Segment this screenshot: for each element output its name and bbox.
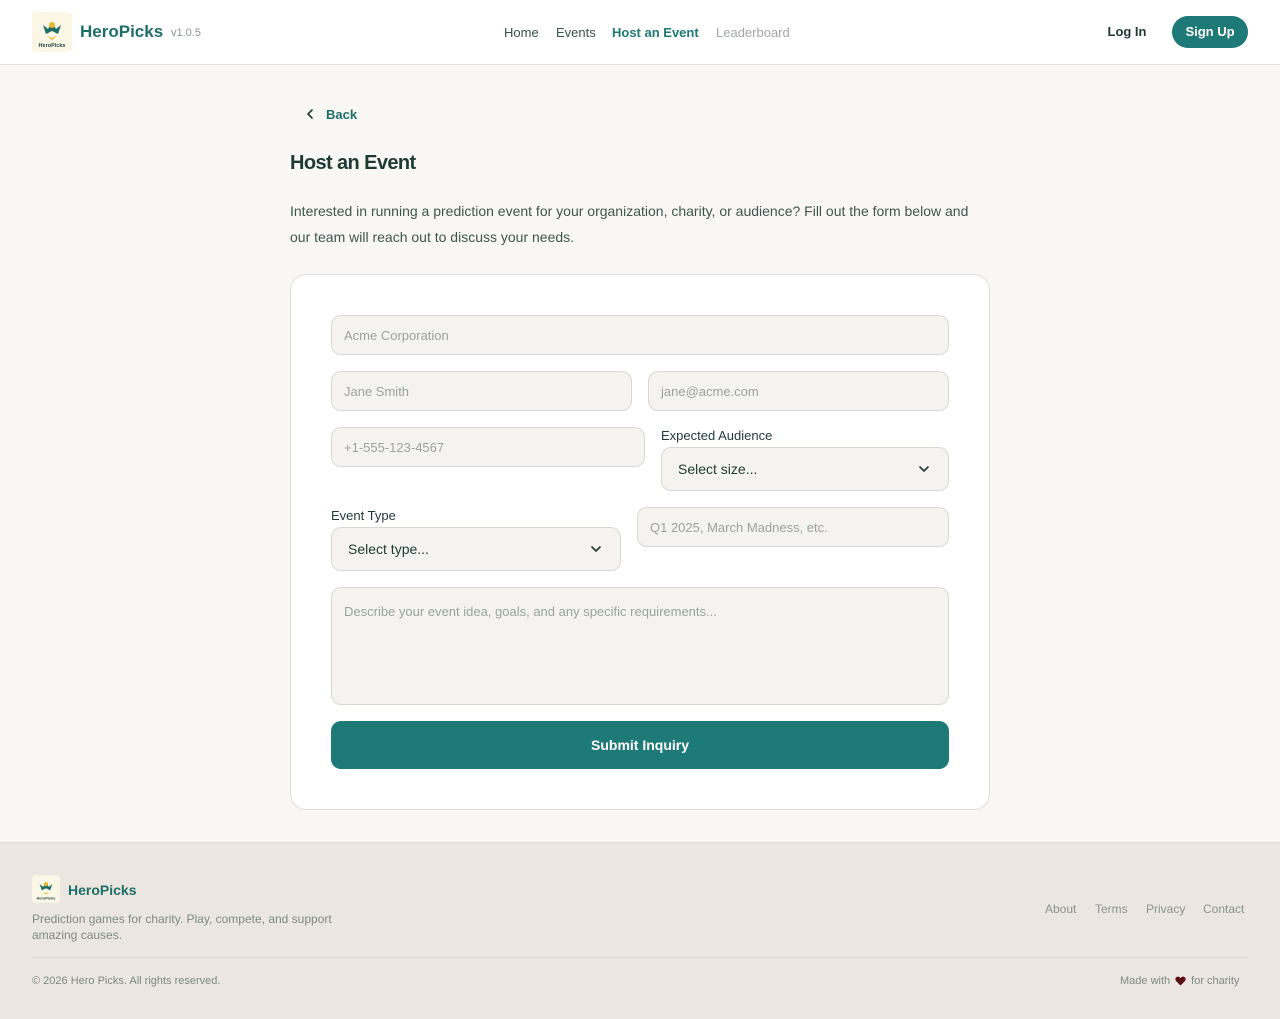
footer-link-contact[interactable]: Contact [1203,902,1244,916]
made-with-suffix: for charity [1191,975,1240,987]
event-type-value: Select type... [348,541,429,557]
nav-leaderboard[interactable]: Leaderboard [716,25,790,40]
back-label: Back [326,106,358,122]
back-link[interactable]: Back [304,104,357,124]
event-type-label: Event Type [331,508,396,523]
footer-link-about[interactable]: About [1045,902,1076,916]
submit-inquiry-button[interactable]: Submit Inquiry [331,721,949,769]
audience-label: Expected Audience [661,428,773,443]
footer: HeroPicks HeroPicks Prediction games for… [0,842,1280,1019]
footer-logo[interactable]: HeroPicks [32,875,60,903]
chevron-down-icon [919,466,929,472]
contact-name-input[interactable]: Jane Smith [331,371,632,411]
version-label: v1.0.5 [171,27,201,39]
hero-logo-icon: HeroPicks [37,882,56,901]
footer-brand-name: HeroPicks [68,882,137,898]
timeframe-input[interactable]: Q1 2025, March Madness, etc. [637,507,949,547]
organization-input[interactable]: Acme Corporation [331,315,949,355]
audience-select[interactable]: Select size... [661,447,949,491]
page-title: Host an Event [290,152,416,174]
email-placeholder: jane@acme.com [661,383,759,399]
phone-placeholder: +1-555-123-4567 [344,439,445,455]
footer-divider [32,957,1248,958]
email-input[interactable]: jane@acme.com [648,371,949,411]
logo[interactable]: HeroPicks [32,12,72,52]
brand-name[interactable]: HeroPicks [80,22,163,42]
footer-link-privacy[interactable]: Privacy [1146,902,1185,916]
contact-name-placeholder: Jane Smith [344,383,410,399]
page-intro: Interested in running a prediction event… [290,203,969,245]
event-details-textarea[interactable]: Describe your event idea, goals, and any… [331,587,949,705]
chevron-down-icon [591,546,601,552]
timeframe-placeholder: Q1 2025, March Madness, etc. [650,519,828,535]
hero-logo-icon: HeroPicks [39,22,66,49]
made-with-prefix: Made with [1120,975,1171,987]
signup-button[interactable]: Sign Up [1172,16,1248,48]
footer-link-terms[interactable]: Terms [1095,902,1128,916]
event-details-placeholder: Describe your event idea, goals, and any… [344,604,717,619]
nav-host-an-event[interactable]: Host an Event [612,25,699,40]
nav-events[interactable]: Events [556,25,596,40]
made-with-love: Made with for charity [1120,975,1239,987]
footer-tagline: Prediction games for charity. Play, comp… [32,912,332,942]
audience-value: Select size... [678,461,758,477]
copyright-text: © 2026 Hero Picks. All rights reserved. [32,975,221,987]
chevron-left-icon [307,109,313,119]
logo-wordmark: HeroPicks [39,43,66,49]
top-navbar: HeroPicks HeroPicks v1.0.5 Home Events H… [0,0,1280,65]
event-type-select[interactable]: Select type... [331,527,621,571]
login-button[interactable]: Log In [1096,16,1158,48]
heart-icon [1175,976,1186,986]
nav-home[interactable]: Home [504,25,539,40]
organization-placeholder: Acme Corporation [344,327,449,343]
phone-input[interactable]: +1-555-123-4567 [331,427,645,467]
footer-logo-wordmark: HeroPicks [37,897,56,901]
